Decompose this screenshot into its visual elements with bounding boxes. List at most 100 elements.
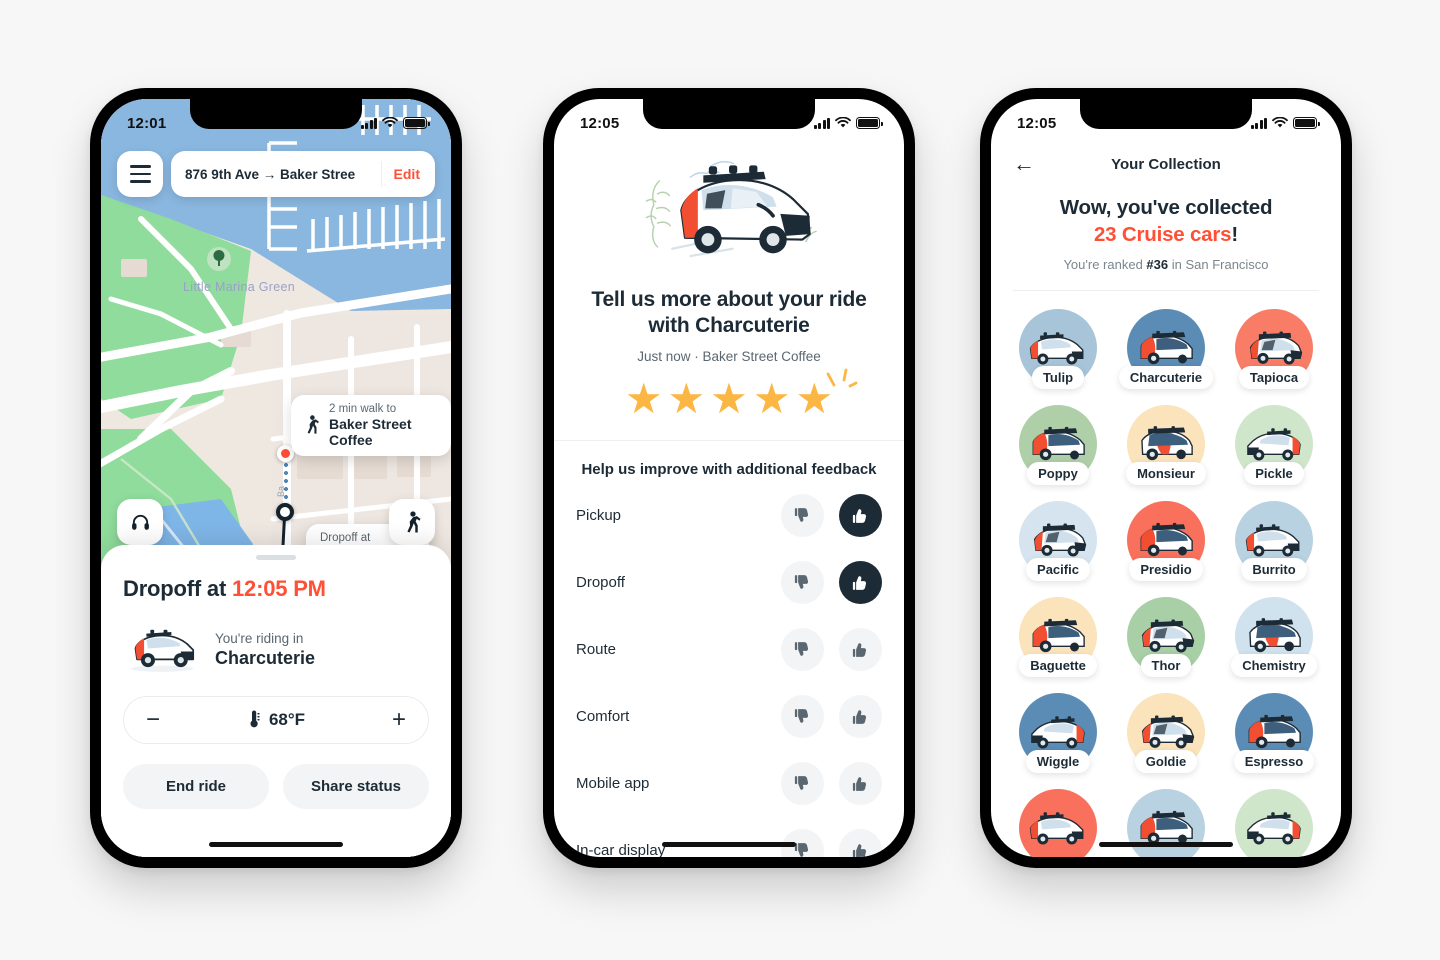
dropoff-title-time: 12:05 PM: [232, 575, 326, 601]
rank-value: #36: [1146, 257, 1169, 273]
thumbs-up-icon[interactable]: [839, 695, 882, 739]
collection-car-item[interactable]: Poppy: [1007, 405, 1109, 486]
home-indicator: [1099, 842, 1233, 847]
cruise-car-icon: [1140, 523, 1193, 557]
cruise-car-icon: [1033, 523, 1087, 557]
device-notch: [643, 99, 815, 129]
route-address-text: 876 9th Ave → Baker Stree: [185, 166, 356, 182]
vehicle-name: Charcuterie: [215, 647, 316, 668]
headline-count: 23 Cruise cars: [1093, 222, 1232, 246]
collection-car-item[interactable]: Burrito: [1223, 501, 1325, 582]
menu-icon[interactable]: [117, 151, 163, 197]
collection-headline: Wow, you've collected 23 Cruise cars!: [1027, 195, 1305, 248]
star-4[interactable]: ★: [753, 378, 791, 420]
current-vehicle-text: You're riding in Charcuterie: [215, 631, 315, 669]
sheet-drag-handle[interactable]: [256, 555, 296, 560]
edit-route-button[interactable]: Edit: [380, 161, 435, 187]
car-avatar: [1019, 789, 1097, 857]
end-ride-button[interactable]: End ride: [123, 763, 269, 809]
cruise-car-icon: [1029, 332, 1084, 365]
cruise-car-icon: [1141, 715, 1195, 749]
walk-callout[interactable]: 2 min walk to Baker Street Coffee: [291, 395, 451, 456]
collection-grid: Tulip Charcuterie Tapioca Poppy Monsieur Pick…: [991, 291, 1341, 857]
car-name-chip: Chemistry: [1231, 654, 1317, 678]
page-title: Your Collection: [1111, 155, 1221, 173]
feedback-section-title: Help us improve with additional feedback: [581, 461, 877, 479]
current-vehicle-row: You're riding in Charcuterie: [123, 624, 429, 676]
collection-car-item[interactable]: Tapioca: [1223, 309, 1325, 390]
collection-rank: You're ranked #36 in San Francisco: [1027, 257, 1305, 272]
feedback-row-label: Route: [576, 641, 617, 659]
star-2[interactable]: ★: [668, 378, 706, 420]
share-status-button[interactable]: Share status: [283, 763, 429, 809]
screenshot-stage: Little Marina Green Ba 12:01 876 9th Ave…: [0, 0, 1440, 960]
cruise-car-illustration: [645, 161, 817, 258]
collection-car-item[interactable]: Thor: [1115, 597, 1217, 678]
feedback-row: Route: [576, 616, 882, 683]
collection-car-item[interactable]: [1007, 789, 1109, 857]
collection-car-item[interactable]: Goldie: [1115, 693, 1217, 774]
home-indicator: [209, 842, 343, 847]
cruise-car-icon: [1140, 331, 1193, 365]
star-rating[interactable]: ★ ★ ★ ★ ★: [576, 368, 882, 420]
svg-text:Little Marina Green: Little Marina Green: [183, 280, 295, 294]
map-top-controls: 876 9th Ave → Baker Stree Edit: [117, 151, 435, 197]
thermometer-icon: [250, 710, 260, 728]
collection-car-item[interactable]: [1223, 789, 1325, 857]
car-name-chip: Espresso: [1233, 750, 1315, 774]
star-3[interactable]: ★: [710, 378, 748, 420]
route-address-bar[interactable]: 876 9th Ave → Baker Stree Edit: [171, 151, 435, 197]
cruise-car-icon: [1249, 331, 1303, 365]
device-notch: [190, 99, 362, 129]
collection-car-item[interactable]: Presidio: [1115, 501, 1217, 582]
thumbs-down-icon[interactable]: [781, 628, 824, 672]
thumbs-down-icon[interactable]: [781, 561, 824, 605]
feedback-title: Tell us more about your ride with Charcu…: [591, 288, 867, 338]
collection-car-item[interactable]: Pickle: [1223, 405, 1325, 486]
collection-car-item[interactable]: Pacific: [1007, 501, 1109, 582]
collection-hero: Wow, you've collected 23 Cruise cars! Yo…: [1013, 179, 1319, 272]
cruise-car-icon: [1248, 715, 1301, 749]
collection-car-item[interactable]: Tulip: [1007, 309, 1109, 390]
feedback-row: In-car display: [576, 817, 882, 857]
collection-nav: ← Your Collection: [1013, 149, 1319, 179]
feedback-meta: Just now · Baker Street Coffee: [637, 349, 821, 365]
thumbs-down-icon[interactable]: [781, 762, 824, 806]
headline-line-1: Wow, you've collected: [1059, 196, 1273, 219]
dropoff-pin[interactable]: [276, 503, 294, 521]
thumbs-up-icon[interactable]: [839, 762, 882, 806]
collection-car-item[interactable]: Chemistry: [1223, 597, 1325, 678]
dropoff-title-prefix: Dropoff at: [123, 575, 233, 601]
temperature-increase-button[interactable]: +: [392, 707, 406, 732]
thumbs-down-icon[interactable]: [781, 695, 824, 739]
car-name-chip: Pickle: [1244, 462, 1304, 486]
cruise-car-icon: [130, 629, 195, 672]
rank-prefix: You're ranked: [1063, 257, 1147, 273]
cruise-car-icon: [1141, 426, 1193, 461]
dropoff-time-title: Dropoff at 12:05 PM: [123, 576, 429, 602]
walking-person-icon[interactable]: [389, 499, 435, 545]
cruise-car-icon: [1032, 427, 1085, 461]
feedback-row: Dropoff: [576, 549, 882, 616]
phone-feedback-screen: 12:05 Tell us more about your ride with …: [554, 99, 904, 857]
thumbs-up-icon[interactable]: [839, 829, 882, 857]
car-name-chip: Goldie: [1134, 750, 1198, 774]
thumbs-up-icon[interactable]: [839, 494, 882, 538]
star-1[interactable]: ★: [625, 378, 663, 420]
thumbs-down-icon[interactable]: [781, 494, 824, 538]
cruise-car-icon: [1247, 812, 1301, 845]
cruise-car-icon: [1247, 428, 1301, 461]
phone-ride: Little Marina Green Ba 12:01 876 9th Ave…: [90, 88, 462, 868]
thumbs-up-icon[interactable]: [839, 628, 882, 672]
collection-car-item[interactable]: Espresso: [1223, 693, 1325, 774]
temperature-decrease-button[interactable]: −: [146, 707, 160, 732]
thumbs-up-icon[interactable]: [839, 561, 882, 605]
collection-car-item[interactable]: Wiggle: [1007, 693, 1109, 774]
cruise-car-icon: [1032, 619, 1085, 653]
collection-car-item[interactable]: Monsieur: [1115, 405, 1217, 486]
headset-icon[interactable]: [117, 499, 163, 545]
collection-car-item[interactable]: Charcuterie: [1115, 309, 1217, 390]
car-name-chip: Burrito: [1241, 558, 1307, 582]
collection-car-item[interactable]: Baguette: [1007, 597, 1109, 678]
walk-callout-subtitle: 2 min walk to: [329, 403, 397, 415]
